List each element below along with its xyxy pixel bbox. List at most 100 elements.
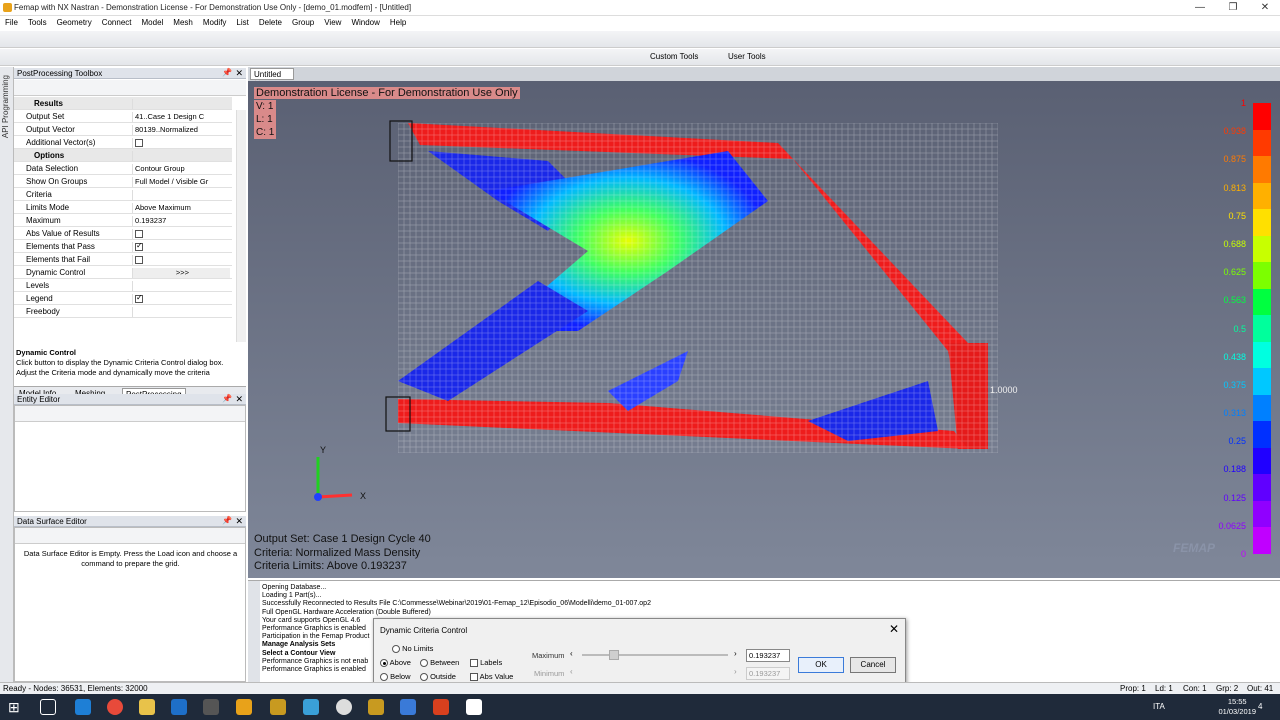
app-icon-6[interactable]	[400, 699, 416, 715]
property-row[interactable]: Show On Groups Full Model / Visible Gr	[14, 175, 232, 188]
property-row[interactable]: Criteria	[14, 188, 232, 201]
outlook-icon[interactable]	[171, 699, 187, 715]
user-tools-button[interactable]: User Tools	[728, 52, 766, 61]
task-view-icon[interactable]	[40, 699, 56, 715]
property-value[interactable]	[132, 307, 230, 317]
custom-tools-button[interactable]: Custom Tools	[650, 52, 698, 61]
ok-button[interactable]: OK	[798, 657, 844, 673]
property-row[interactable]: Maximum 0.193237	[14, 214, 232, 227]
maximize-button[interactable]: ❐	[1218, 0, 1248, 16]
property-value[interactable]	[132, 281, 230, 291]
edge-icon[interactable]	[75, 699, 91, 715]
menu-tools[interactable]: Tools	[23, 16, 52, 30]
property-value[interactable]: 41..Case 1 Design C	[132, 112, 230, 122]
property-value[interactable]	[132, 138, 230, 148]
clock[interactable]: 15:55 01/03/2019	[1218, 697, 1256, 717]
radio-above[interactable]: Above	[380, 658, 411, 668]
property-row[interactable]: Output Set 41..Case 1 Design C	[14, 110, 232, 123]
property-row[interactable]: Options	[14, 149, 232, 162]
property-value[interactable]: Full Model / Visible Gr	[132, 177, 230, 187]
property-row[interactable]: Abs Value of Results	[14, 227, 232, 240]
menu-window[interactable]: Window	[346, 16, 384, 30]
menu-delete[interactable]: Delete	[254, 16, 287, 30]
property-scrollbar[interactable]	[236, 110, 246, 342]
minimize-button[interactable]: —	[1185, 0, 1215, 16]
property-value[interactable]: Above Maximum	[132, 203, 230, 213]
radio-outside[interactable]: Outside	[420, 672, 456, 682]
property-value[interactable]	[132, 151, 230, 161]
property-value[interactable]: 80139..Normalized	[132, 125, 230, 135]
slider-right-arrow[interactable]: ›	[734, 649, 737, 658]
menu-list[interactable]: List	[231, 16, 253, 30]
app-icon-2[interactable]	[270, 699, 286, 715]
property-value[interactable]	[132, 190, 230, 200]
checkbox-icon[interactable]	[135, 294, 143, 304]
entity-editor[interactable]	[14, 405, 246, 512]
property-value[interactable]	[132, 294, 230, 304]
slider-thumb[interactable]	[609, 650, 620, 660]
radio-between[interactable]: Between	[420, 658, 459, 668]
dialog-close-icon[interactable]: ✕	[889, 622, 899, 636]
app-icon-8[interactable]	[466, 699, 482, 715]
menu-mesh[interactable]: Mesh	[168, 16, 198, 30]
property-value[interactable]: Contour Group	[132, 164, 230, 174]
pin-icon[interactable]: 📌	[222, 68, 232, 77]
app-icon-4[interactable]	[336, 699, 352, 715]
pdf-icon[interactable]	[433, 699, 449, 715]
close-icon[interactable]: ✕	[235, 68, 243, 79]
menu-modify[interactable]: Modify	[198, 16, 232, 30]
property-row[interactable]: Dynamic Control >>>	[14, 266, 232, 279]
property-value[interactable]: 0.193237	[132, 216, 230, 226]
property-value[interactable]	[132, 242, 230, 252]
property-row[interactable]: Freebody	[14, 305, 232, 318]
api-programming-strip[interactable]: API Programming	[0, 67, 14, 682]
radio-no-limits[interactable]: No Limits	[392, 644, 433, 654]
femap-taskbar-icon[interactable]	[236, 699, 252, 715]
calculator-icon[interactable]	[203, 699, 219, 715]
checkbox-icon[interactable]	[135, 139, 143, 148]
property-value[interactable]	[132, 255, 230, 265]
property-row[interactable]: Elements that Fail	[14, 253, 232, 266]
pin-icon[interactable]: 📌	[222, 394, 232, 403]
cancel-button[interactable]: Cancel	[850, 657, 896, 673]
property-value[interactable]	[132, 229, 230, 239]
property-row[interactable]: Additional Vector(s)	[14, 136, 232, 149]
pin-icon[interactable]: 📌	[222, 516, 232, 525]
app-icon-3[interactable]	[303, 699, 319, 715]
app-icon-5[interactable]	[368, 699, 384, 715]
chrome-icon[interactable]	[107, 699, 123, 715]
property-row[interactable]: Legend	[14, 292, 232, 305]
property-row[interactable]: Limits Mode Above Maximum	[14, 201, 232, 214]
menu-geometry[interactable]: Geometry	[52, 16, 97, 30]
start-icon[interactable]: ⊞	[8, 699, 24, 715]
close-icon[interactable]: ✕	[235, 516, 243, 527]
notifications-icon[interactable]: 4	[1258, 702, 1262, 711]
close-button[interactable]: ✕	[1250, 0, 1280, 16]
checkbox-abs-value[interactable]: Abs Value	[470, 672, 513, 682]
menu-view[interactable]: View	[319, 16, 346, 30]
menu-help[interactable]: Help	[385, 16, 411, 30]
property-row[interactable]: Output Vector 80139..Normalized	[14, 123, 232, 136]
property-row[interactable]: Levels	[14, 279, 232, 292]
maximum-value-field[interactable]: 0.193237	[746, 649, 790, 662]
property-row[interactable]: Data Selection Contour Group	[14, 162, 232, 175]
property-row[interactable]: Results	[14, 97, 232, 110]
menu-connect[interactable]: Connect	[97, 16, 137, 30]
graphics-viewport[interactable]: Demonstration License - For Demonstratio…	[248, 81, 1280, 578]
maximum-slider[interactable]: ‹ ›	[570, 649, 740, 661]
checkbox-labels[interactable]: Labels	[470, 658, 502, 668]
property-value[interactable]: >>>	[132, 268, 230, 278]
menu-model[interactable]: Model	[137, 16, 169, 30]
menu-group[interactable]: Group	[287, 16, 319, 30]
checkbox-icon[interactable]	[135, 256, 143, 265]
language-indicator[interactable]: ITA	[1153, 702, 1165, 711]
slider-left-arrow[interactable]: ‹	[570, 649, 573, 658]
close-icon[interactable]: ✕	[235, 394, 243, 405]
file-explorer-icon[interactable]	[139, 699, 155, 715]
property-value[interactable]	[132, 99, 230, 109]
tab-untitled[interactable]: Untitled ✕	[250, 68, 294, 88]
checkbox-icon[interactable]	[135, 230, 143, 239]
checkbox-icon[interactable]	[135, 242, 143, 252]
menu-file[interactable]: File	[0, 16, 23, 30]
property-row[interactable]: Elements that Pass	[14, 240, 232, 253]
